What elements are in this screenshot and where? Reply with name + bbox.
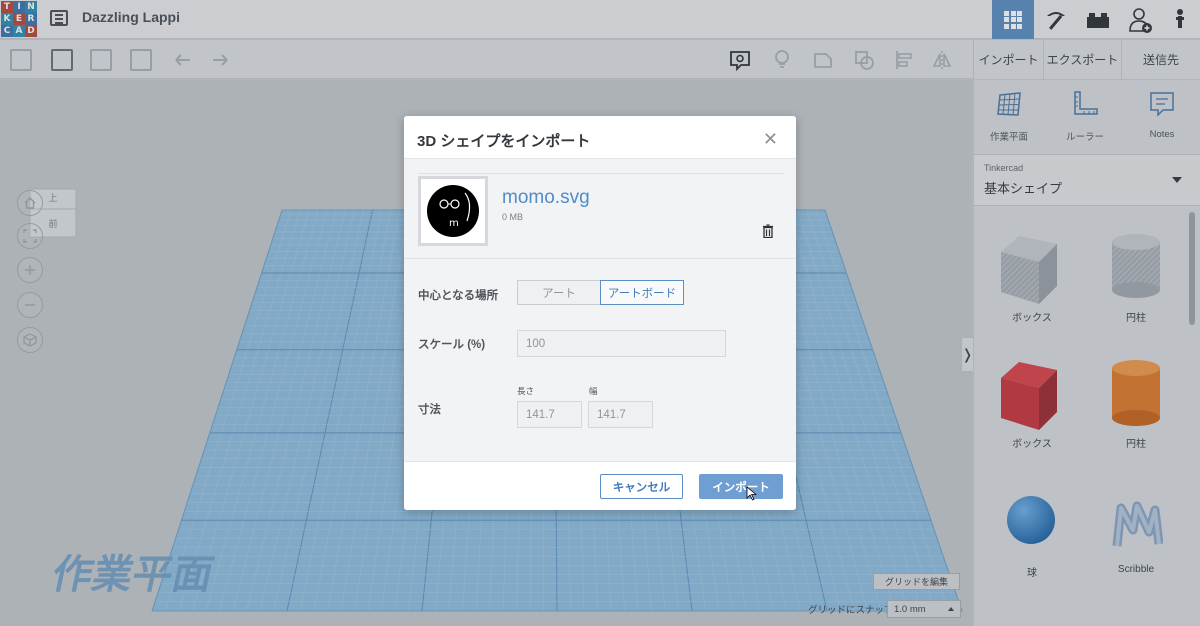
scale-input[interactable]: 100 [517, 330, 726, 357]
import-file-row: m momo.svg 0 MB [418, 173, 784, 250]
cancel-button[interactable]: キャンセル [600, 474, 683, 499]
file-thumbnail: m [418, 176, 488, 246]
width-input[interactable]: 141.7 [588, 401, 653, 428]
length-label: 長さ [517, 386, 535, 396]
svg-text:m: m [449, 218, 459, 229]
divider [404, 258, 796, 259]
file-size: 0 MB [502, 212, 524, 222]
import-dialog: 3D シェイプをインポート ✕ m momo.svg 0 MB 中心となる場所 … [404, 116, 796, 510]
mouse-cursor-icon [746, 486, 757, 501]
center-artboard-option[interactable]: アートボード [600, 280, 684, 305]
dialog-footer: キャンセル インポート [404, 461, 796, 510]
width-label: 幅 [589, 386, 598, 396]
center-label: 中心となる場所 [418, 290, 499, 302]
dialog-title: 3D シェイプをインポート [417, 133, 591, 150]
length-input[interactable]: 141.7 [517, 401, 582, 428]
file-name: momo.svg [502, 187, 590, 208]
dialog-header: 3D シェイプをインポート ✕ [404, 116, 796, 159]
svg-preview-image: m [427, 185, 479, 237]
trash-icon[interactable] [762, 224, 774, 238]
import-confirm-button[interactable]: インポート [699, 474, 783, 499]
close-icon[interactable]: ✕ [763, 129, 778, 150]
dimensions-label: 寸法 [418, 404, 441, 416]
center-art-option[interactable]: アート [517, 280, 601, 305]
scale-label: スケール (%) [418, 339, 486, 351]
